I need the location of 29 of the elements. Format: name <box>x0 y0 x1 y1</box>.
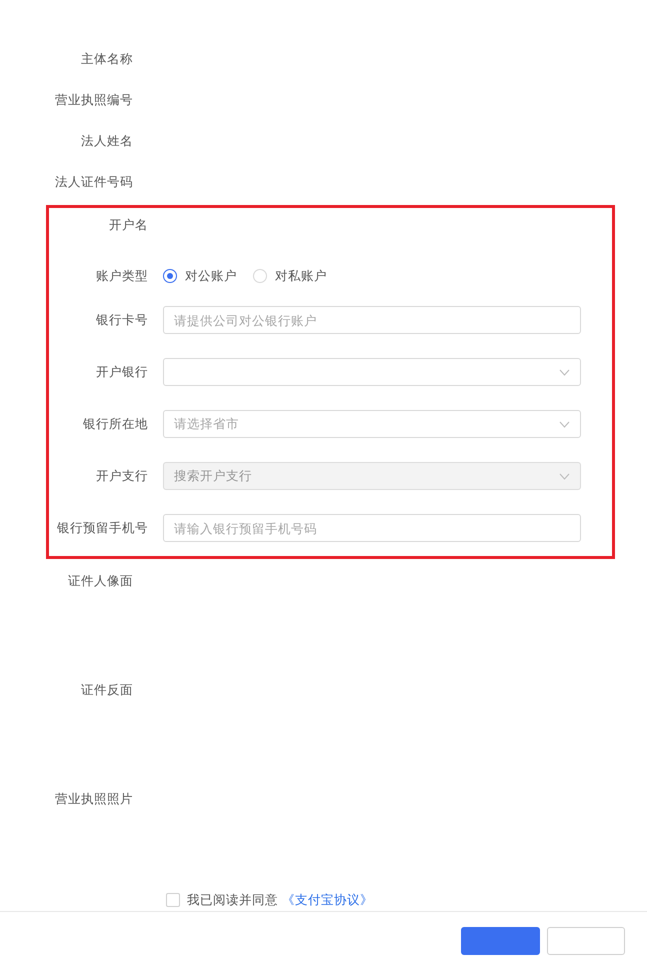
chevron-down-icon <box>559 420 570 428</box>
field-label: 账户类型 <box>95 267 149 285</box>
field-label: 法人证件号码 <box>54 172 134 190</box>
secondary-button[interactable] <box>547 927 625 955</box>
field-label: 证件反面 <box>80 681 134 699</box>
input-field[interactable]: 请提供公司对公银行账户 <box>163 306 581 334</box>
field-label: 开户银行 <box>95 363 149 381</box>
dropdown-field[interactable] <box>163 358 581 386</box>
primary-button[interactable] <box>461 927 540 955</box>
dropdown-field[interactable]: 请选择省市 <box>163 410 581 438</box>
field-label: 证件人像面 <box>67 572 134 590</box>
input-field[interactable]: 请输入银行预留手机号码 <box>163 514 581 542</box>
chevron-down-icon <box>559 368 570 376</box>
radio-button[interactable] <box>163 269 177 283</box>
radio-label: 对公账户 <box>185 268 237 284</box>
field-label: 法人姓名 <box>80 132 134 150</box>
agreement-link[interactable]: 《支付宝协议》 <box>282 892 373 906</box>
field-label: 开户名 <box>108 216 149 234</box>
agreement-text: 我已阅读并同意 《支付宝协议》 <box>187 892 373 908</box>
radio-label: 对私账户 <box>275 268 327 284</box>
field-label: 开户支行 <box>95 467 149 485</box>
field-label: 银行预留手机号 <box>56 519 149 537</box>
field-label: 营业执照照片 <box>54 790 134 808</box>
field-label: 营业执照编号 <box>54 90 134 108</box>
field-label: 银行所在地 <box>82 415 149 433</box>
field-label: 银行卡号 <box>95 311 149 329</box>
chevron-down-icon <box>559 472 570 480</box>
checkbox[interactable] <box>166 893 180 907</box>
field-label: 主体名称 <box>80 50 134 68</box>
